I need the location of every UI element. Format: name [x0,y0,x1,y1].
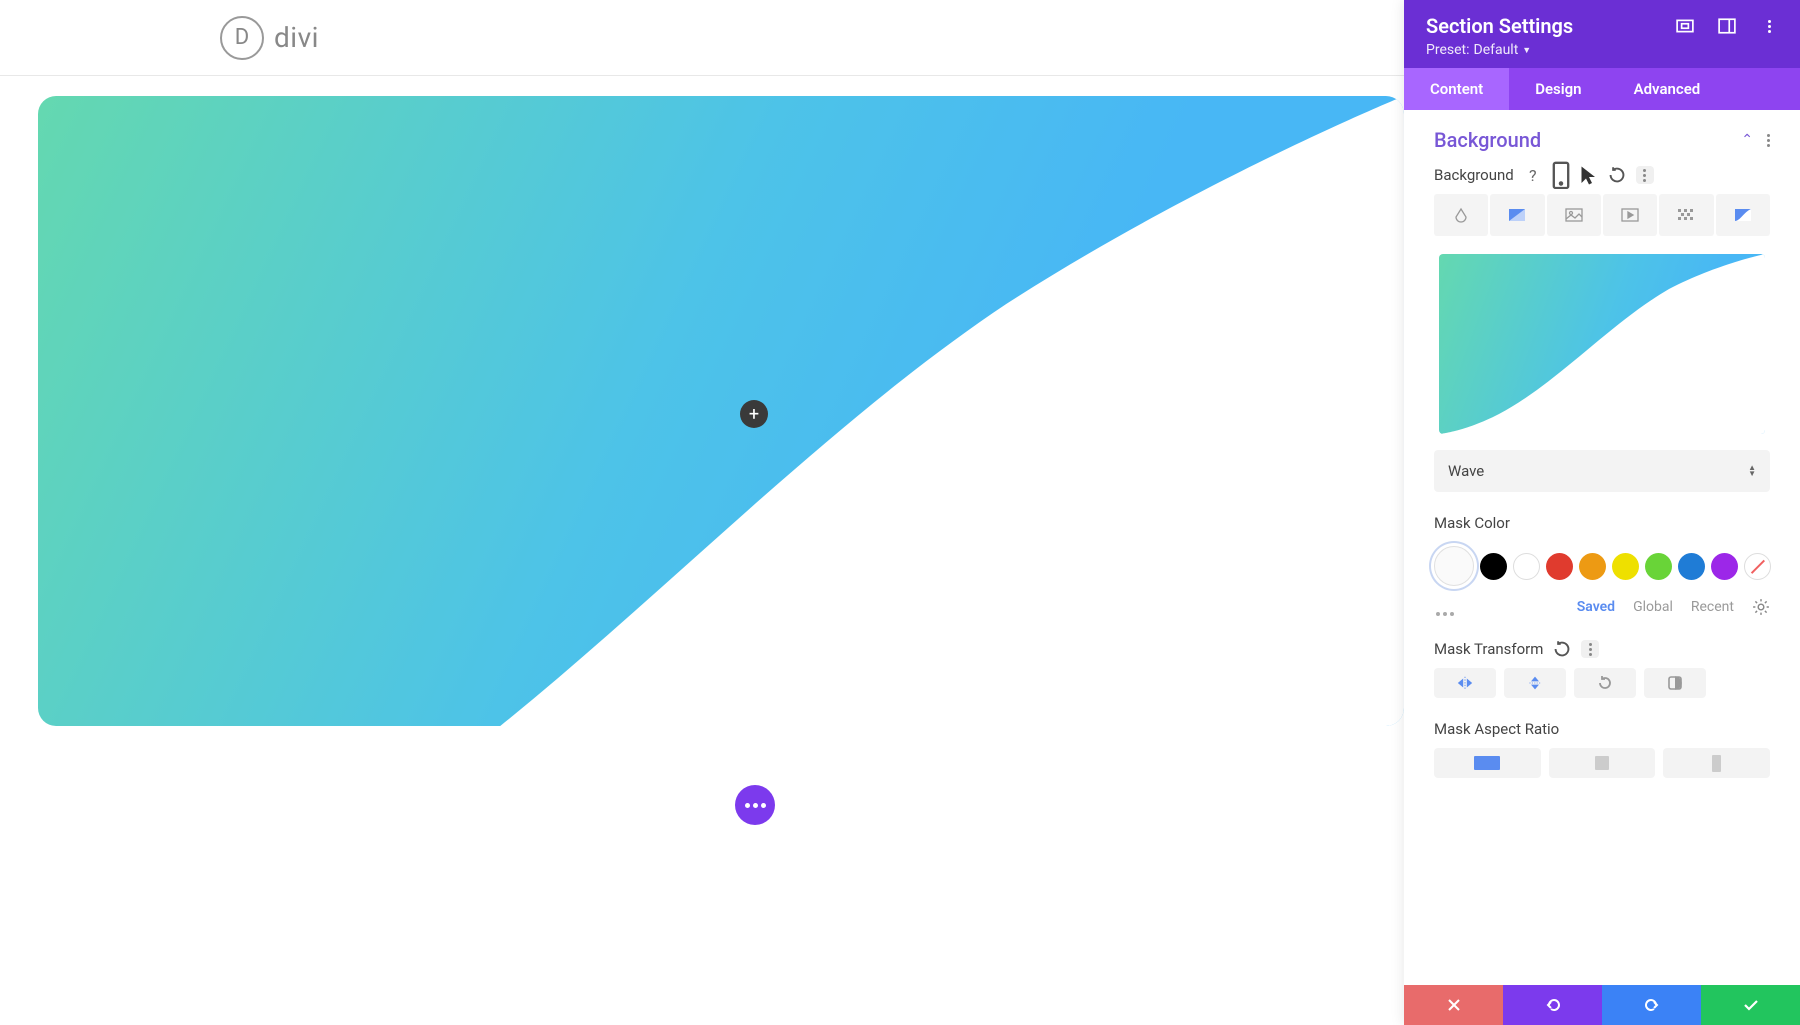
gear-icon[interactable] [1752,598,1770,616]
preset-selector[interactable]: Preset: Default ▼ [1426,42,1778,58]
tab-content[interactable]: Content [1404,68,1509,110]
panel-header: Section Settings Preset: Default ▼ [1404,0,1800,68]
background-label: Background [1434,166,1514,184]
invert-button[interactable] [1644,668,1706,698]
snap-icon[interactable] [1718,17,1736,35]
hover-icon[interactable] [1580,166,1598,184]
save-button[interactable] [1701,985,1800,1025]
undo-button[interactable] [1503,985,1602,1025]
panel-tabs: Content Design Advanced [1404,68,1800,110]
more-colors-icon[interactable] [1434,602,1456,622]
colors-tab-saved[interactable]: Saved [1577,599,1615,615]
swatch-black[interactable] [1480,553,1507,580]
section-title: Background [1434,128,1541,152]
bg-tab-pattern[interactable] [1659,194,1713,236]
add-button[interactable]: + [740,400,768,428]
bg-tab-color[interactable] [1434,194,1488,236]
colors-tab-global[interactable]: Global [1633,599,1673,615]
more-icon[interactable] [1760,17,1778,35]
help-icon[interactable]: ? [1524,166,1542,184]
bg-tab-image[interactable] [1547,194,1601,236]
chevron-up-icon[interactable]: ⌃ [1741,132,1753,148]
mask-aspect-label: Mask Aspect Ratio [1434,720,1770,738]
page-fab[interactable] [735,785,775,825]
preset-label: Preset: [1426,42,1470,58]
colors-tab-recent[interactable]: Recent [1691,599,1734,615]
flip-horizontal-button[interactable] [1434,668,1496,698]
redo-button[interactable] [1602,985,1701,1025]
swatch-red[interactable] [1546,553,1573,580]
reset-icon[interactable] [1608,166,1626,184]
tab-design[interactable]: Design [1509,68,1607,110]
discard-button[interactable] [1404,985,1503,1025]
swatch-blue[interactable] [1678,553,1705,580]
logo-text: divi [274,21,319,54]
aspect-landscape-button[interactable] [1434,748,1541,778]
transform-reset-icon[interactable] [1553,640,1571,658]
panel-title: Section Settings [1426,14,1573,38]
logo: D divi [220,16,319,60]
color-swatches [1434,546,1770,586]
preset-value: Default [1474,42,1519,58]
settings-panel: Section Settings Preset: Default ▼ [1404,0,1800,1025]
bg-tab-mask[interactable] [1716,194,1770,236]
flip-vertical-button[interactable] [1504,668,1566,698]
top-bar: D divi [0,0,1404,76]
mask-transform-label: Mask Transform [1434,640,1543,658]
section-more-icon[interactable] [1767,134,1770,147]
chevron-down-icon: ▼ [1522,45,1531,56]
field-more-icon[interactable] [1636,166,1654,184]
logo-icon: D [220,16,264,60]
expand-icon[interactable] [1676,17,1694,35]
mobile-icon[interactable] [1552,166,1570,184]
swatch-white[interactable] [1513,553,1540,580]
mask-preview [1439,254,1765,434]
select-arrows-icon: ▲▼ [1748,465,1756,477]
rotate-button[interactable] [1574,668,1636,698]
panel-footer [1404,985,1800,1025]
bg-tab-gradient[interactable] [1490,194,1544,236]
aspect-portrait-button[interactable] [1663,748,1770,778]
mask-style-value: Wave [1448,462,1484,480]
aspect-square-button[interactable] [1549,748,1656,778]
section-preview[interactable] [38,96,1404,726]
swatch-yellow[interactable] [1612,553,1639,580]
swatch-none[interactable] [1744,553,1771,580]
swatch-orange[interactable] [1579,553,1606,580]
bg-tab-video[interactable] [1603,194,1657,236]
mask-color-label: Mask Color [1434,514,1770,532]
swatch-green[interactable] [1645,553,1672,580]
mask-style-select[interactable]: Wave ▲▼ [1434,450,1770,492]
background-type-tabs [1434,194,1770,236]
tab-advanced[interactable]: Advanced [1608,68,1727,110]
wave-mask [38,96,1404,726]
transform-more-icon[interactable] [1581,640,1599,658]
swatch-selected[interactable] [1434,546,1474,586]
section-background-head[interactable]: Background ⌃ [1404,110,1800,166]
swatch-purple[interactable] [1711,553,1738,580]
